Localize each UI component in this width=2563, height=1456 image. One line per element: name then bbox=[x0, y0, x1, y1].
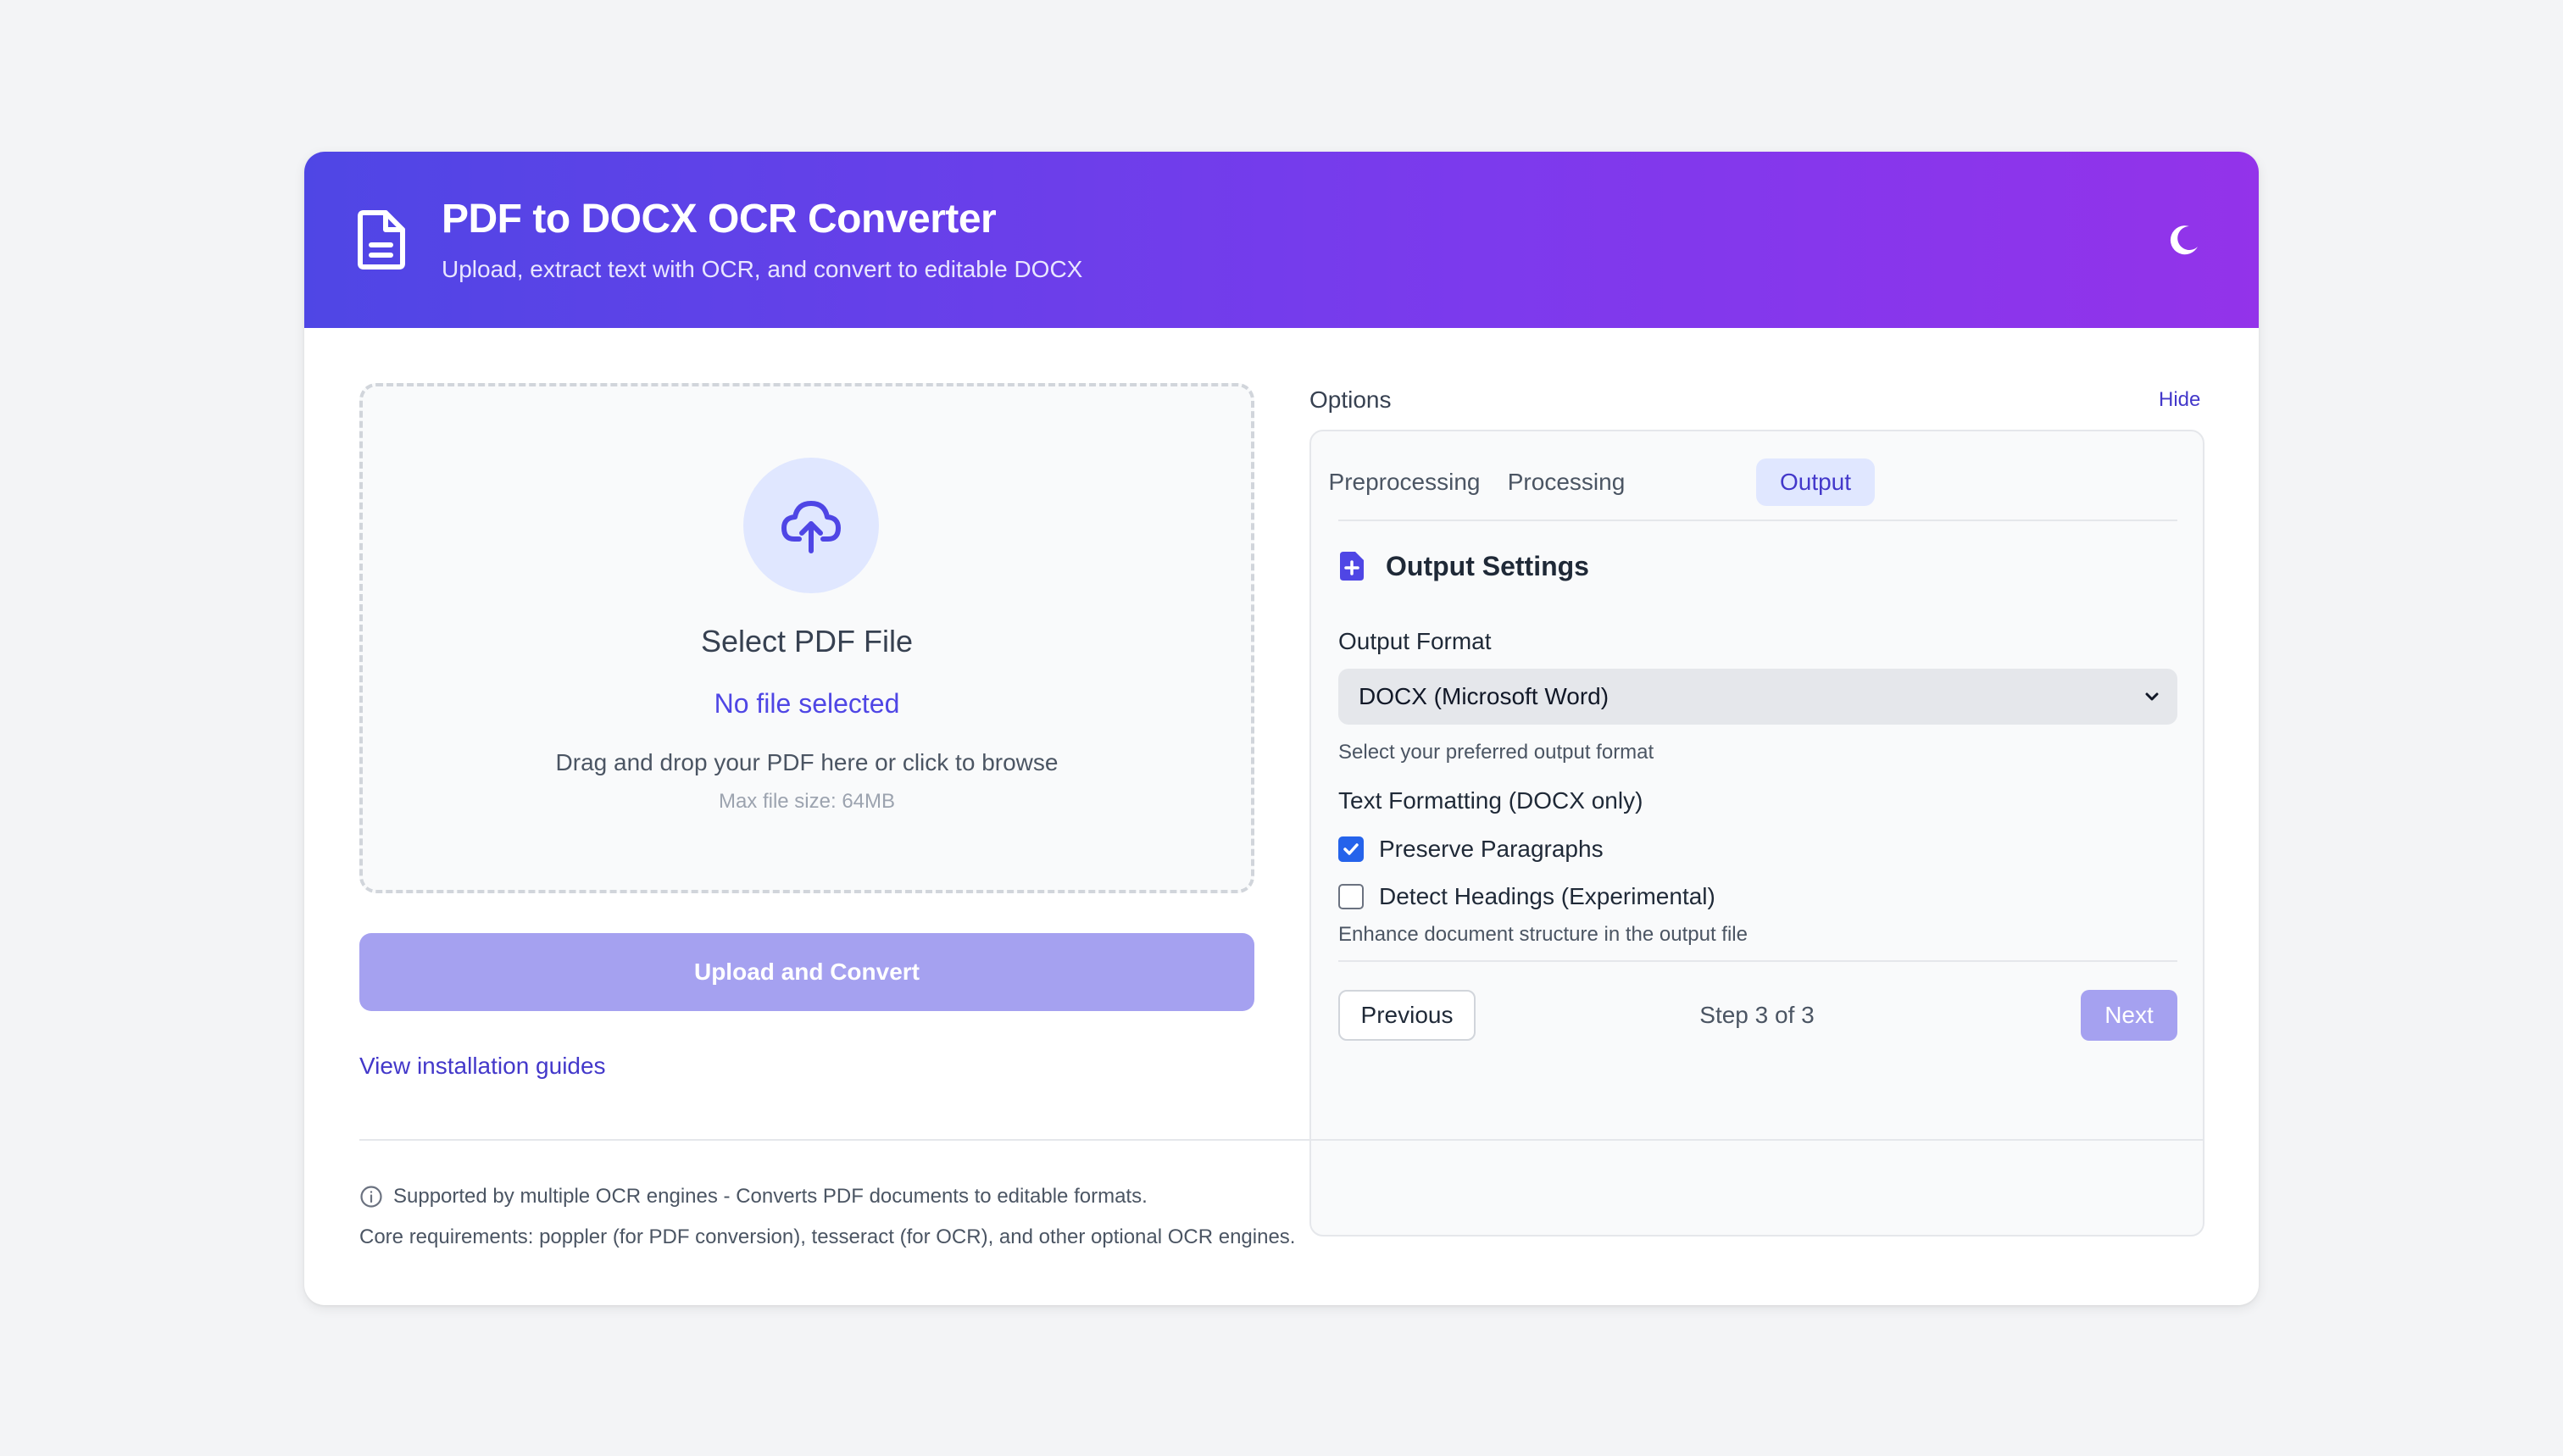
footer-info-text: Supported by multiple OCR engines - Conv… bbox=[393, 1185, 1148, 1208]
footer-requirements: Core requirements: poppler (for PDF conv… bbox=[359, 1225, 1296, 1248]
converter-card: PDF to DOCX OCR Converter Upload, extrac… bbox=[304, 152, 2259, 1305]
section-title: Output Settings bbox=[1386, 551, 1589, 581]
options-label: Options bbox=[1309, 386, 1392, 413]
tab-preprocessing[interactable]: Preprocessing bbox=[1329, 458, 1481, 506]
dropzone-title: Select PDF File bbox=[700, 624, 914, 659]
text-formatting-help: Enhance document structure in the output… bbox=[1338, 923, 1748, 946]
upload-and-convert-button[interactable]: Upload and Convert bbox=[359, 933, 1254, 1011]
panel-divider bbox=[1338, 960, 2177, 962]
output-format-value: DOCX (Microsoft Word) bbox=[1359, 683, 1610, 709]
tabs-divider bbox=[1338, 520, 2177, 521]
upload-icon-badge bbox=[743, 458, 879, 593]
pdf-dropzone[interactable]: Select PDF File No file selected Drag an… bbox=[359, 383, 1254, 893]
theme-toggle-button[interactable] bbox=[2152, 208, 2216, 272]
file-status: No file selected bbox=[714, 688, 900, 719]
preserve-paragraphs-label: Preserve Paragraphs bbox=[1379, 836, 1604, 862]
moon-icon bbox=[2170, 225, 2198, 255]
output-format-label: Output Format bbox=[1338, 628, 1492, 654]
next-button[interactable]: Next bbox=[2081, 990, 2177, 1041]
options-panel: Preprocessing Processing Output Output S… bbox=[1309, 430, 2204, 1236]
checkmark-icon bbox=[1343, 843, 1359, 855]
tab-processing[interactable]: Processing bbox=[1508, 458, 1626, 506]
file-plus-icon bbox=[1340, 552, 1364, 581]
app-header: PDF to DOCX OCR Converter Upload, extrac… bbox=[304, 152, 2259, 328]
checkbox-checked[interactable] bbox=[1338, 836, 1364, 862]
max-file-size: Max file size: 64MB bbox=[718, 790, 896, 813]
detect-headings-label: Detect Headings (Experimental) bbox=[1379, 883, 1715, 909]
detect-headings-checkbox[interactable]: Detect Headings (Experimental) bbox=[1338, 881, 1715, 912]
installation-guides-link[interactable]: View installation guides bbox=[359, 1053, 606, 1080]
tab-output[interactable]: Output bbox=[1756, 458, 1875, 506]
step-indicator: Step 3 of 3 bbox=[1699, 1002, 1815, 1028]
cloud-upload-icon bbox=[781, 501, 841, 553]
chevron-down-icon bbox=[2145, 692, 2159, 701]
document-icon bbox=[358, 210, 405, 270]
dropzone-help: Drag and drop your PDF here or click to … bbox=[555, 749, 1059, 775]
hide-options-link[interactable]: Hide bbox=[2159, 388, 2200, 412]
checkbox-unchecked[interactable] bbox=[1338, 884, 1364, 909]
footer-divider bbox=[359, 1139, 2204, 1141]
output-format-select[interactable]: DOCX (Microsoft Word) bbox=[1338, 669, 2177, 725]
text-formatting-label: Text Formatting (DOCX only) bbox=[1338, 787, 1643, 814]
output-format-help: Select your preferred output format bbox=[1338, 741, 1654, 764]
preserve-paragraphs-checkbox[interactable]: Preserve Paragraphs bbox=[1338, 834, 1604, 864]
app-subtitle: Upload, extract text with OCR, and conve… bbox=[442, 256, 1083, 282]
footer-info: Supported by multiple OCR engines - Conv… bbox=[359, 1185, 1148, 1209]
info-icon bbox=[360, 1186, 382, 1208]
app-title: PDF to DOCX OCR Converter bbox=[442, 197, 997, 242]
